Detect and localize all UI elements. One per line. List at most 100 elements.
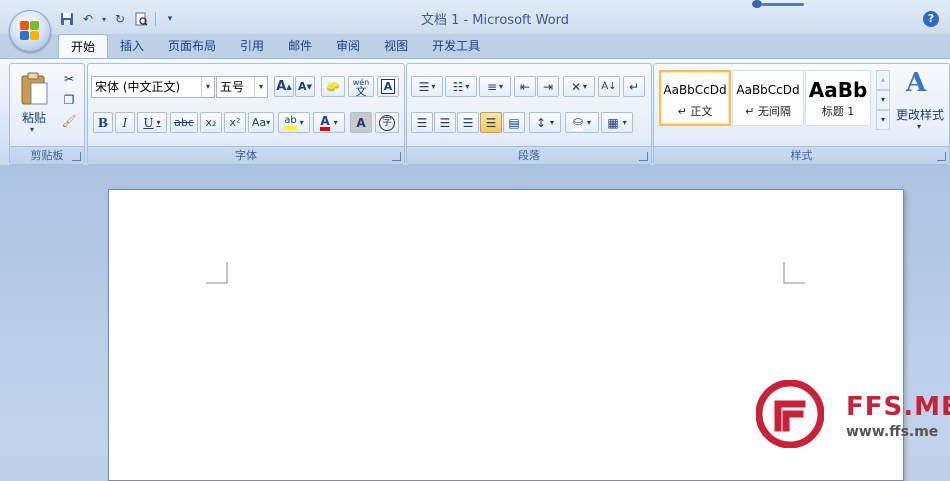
align-right-icon: ☰ [462,115,474,130]
align-center-button[interactable]: ☰ [434,112,456,133]
print-preview-icon[interactable] [132,10,150,28]
grow-font-button[interactable]: A ▲ [274,76,294,97]
undo-icon[interactable]: ↶ [79,10,97,28]
style-normal-name: ↵ 正文 [677,105,713,118]
increase-indent-button[interactable]: ⇥ [537,76,559,97]
enclose-char-glyph: 字 [379,114,395,131]
style-normal-sample: AaBbCcDd [663,83,727,97]
justify-button[interactable]: ☰ [480,112,502,133]
redo-icon[interactable]: ↻ [111,10,129,28]
save-icon[interactable] [58,10,76,28]
font-family-combo[interactable]: 宋体 (中文正文) ▾ [91,76,215,98]
tab-view[interactable]: 视图 [372,34,420,58]
chevron-down-icon: ▾ [201,77,214,97]
style-normal[interactable]: AaBbCcDd ↵ 正文 [659,70,731,126]
align-right-button[interactable]: ☰ [457,112,479,133]
paste-dropdown-icon: ▾ [30,125,35,134]
undo-dropdown-icon[interactable]: ▾ [100,10,108,28]
styles-launcher-icon[interactable] [937,152,946,161]
zoom-slider-icon[interactable] [752,0,804,8]
font-launcher-icon[interactable] [392,152,401,161]
change-case-button[interactable]: Aa ▾ [248,112,274,133]
font-size-value: 五号 [220,80,245,94]
scroll-up-icon[interactable]: ▴ [876,70,890,90]
shrink-font-button[interactable]: A ▼ [295,76,315,97]
styles-scroll: ▴ ▾ ▾ [876,70,890,130]
style-no-spacing-name: ↵ 无间隔 [745,105,791,118]
format-painter-icon[interactable]: 🖌 [60,112,78,130]
line-spacing-button[interactable]: ↕ ▾ [529,112,561,133]
enclose-characters-button[interactable]: 字 [375,112,399,133]
paint-bucket-icon: ⛀ [572,114,584,131]
toolbar-separator [155,12,156,26]
italic-button[interactable]: I [115,112,135,133]
clear-formatting-button[interactable]: 🧽 [321,76,345,97]
cut-icon[interactable]: ✂ [60,70,78,88]
chevron-down-icon: ▾ [254,77,267,97]
crop-mark-left-icon [206,262,228,284]
quick-access-toolbar: ↶ ▾ ↻ ▾ [58,8,179,30]
grow-font-glyph: A [276,79,287,94]
chinese-layout-icon: ✕ [570,79,582,94]
multilevel-list-button[interactable]: ≡ ▾ [479,76,511,97]
char-shading-button[interactable]: A [350,112,372,133]
ribbon-tabs: 开始 插入 页面布局 引用 邮件 审阅 视图 开发工具 [58,34,492,60]
tab-references[interactable]: 引用 [228,34,276,58]
brand-url: www.ffs.me [846,424,939,440]
bullets-button[interactable]: ☰ ▾ [411,76,443,97]
char-border-button[interactable]: A [377,76,399,97]
font-color-button[interactable]: A ▾ [313,112,345,133]
scroll-down-icon[interactable]: ▾ [876,90,890,110]
chevron-down-icon: ▾ [917,122,922,131]
change-styles-button[interactable]: A 更改样式 ▾ [892,66,948,140]
increase-indent-icon: ⇥ [542,79,554,94]
style-heading-1[interactable]: AaBb 标题 1 [805,70,871,126]
tab-developer[interactable]: 开发工具 [420,34,492,58]
align-center-icon: ☰ [439,115,451,130]
highlighter-icon: ab [284,115,297,130]
copy-icon[interactable]: ❐ [60,91,78,109]
style-no-spacing[interactable]: AaBbCcDd ↵ 无间隔 [732,70,804,126]
superscript-button[interactable]: x² [224,112,246,133]
paragraph-launcher-icon[interactable] [639,152,648,161]
underline-button[interactable]: U ▾ [137,112,167,133]
paste-button[interactable]: 粘贴 ▾ [12,66,56,140]
strikethrough-button[interactable]: abc [170,112,198,133]
font-color-glyph: A [320,115,330,131]
clipboard-launcher-icon[interactable] [72,152,81,161]
tab-home[interactable]: 开始 [58,34,109,60]
ffs-logo-icon [756,380,824,448]
font-family-value: 宋体 (中文正文) [95,80,181,94]
show-marks-button[interactable]: ↵ [623,76,645,97]
paste-label: 粘贴 [21,111,46,125]
tab-insert[interactable]: 插入 [108,34,156,58]
char-border-glyph: A [380,79,396,94]
align-left-button[interactable]: ☰ [411,112,433,133]
shading-button[interactable]: ⛀ ▾ [565,112,599,133]
tab-page-layout[interactable]: 页面布局 [156,34,228,58]
brand-name: FFS.ME [846,392,950,422]
sort-button[interactable]: A↓ [598,76,620,97]
office-button[interactable] [9,10,51,52]
phonetic-char: 文 [355,84,367,98]
phonetic-guide-button[interactable]: wén 文 [348,76,374,97]
borders-button[interactable]: ▦ ▾ [601,112,633,133]
decrease-indent-button[interactable]: ⇤ [514,76,536,97]
numbering-button[interactable]: ☷ ▾ [445,76,477,97]
font-size-combo[interactable]: 五号 ▾ [216,76,268,98]
style-heading-1-sample: AaBb [808,78,868,102]
tab-mailings[interactable]: 邮件 [276,34,324,58]
bold-button[interactable]: B [93,112,113,133]
distributed-button[interactable]: ▤ [503,112,525,133]
tab-review[interactable]: 审阅 [324,34,372,58]
sort-icon: A↓ [601,81,617,92]
chinese-layout-button[interactable]: ✕ ▾ [563,76,595,97]
customize-toolbar-icon[interactable]: ▾ [161,10,179,28]
paragraph-group-label: 段落 [407,146,651,164]
highlight-button[interactable]: ab ▾ [278,112,310,133]
subscript-button[interactable]: x₂ [200,112,222,133]
more-styles-icon[interactable]: ▾ [876,110,890,130]
change-styles-label: 更改样式 [895,108,944,122]
change-styles-icon: A [906,68,927,98]
help-icon[interactable]: ? [923,11,939,27]
